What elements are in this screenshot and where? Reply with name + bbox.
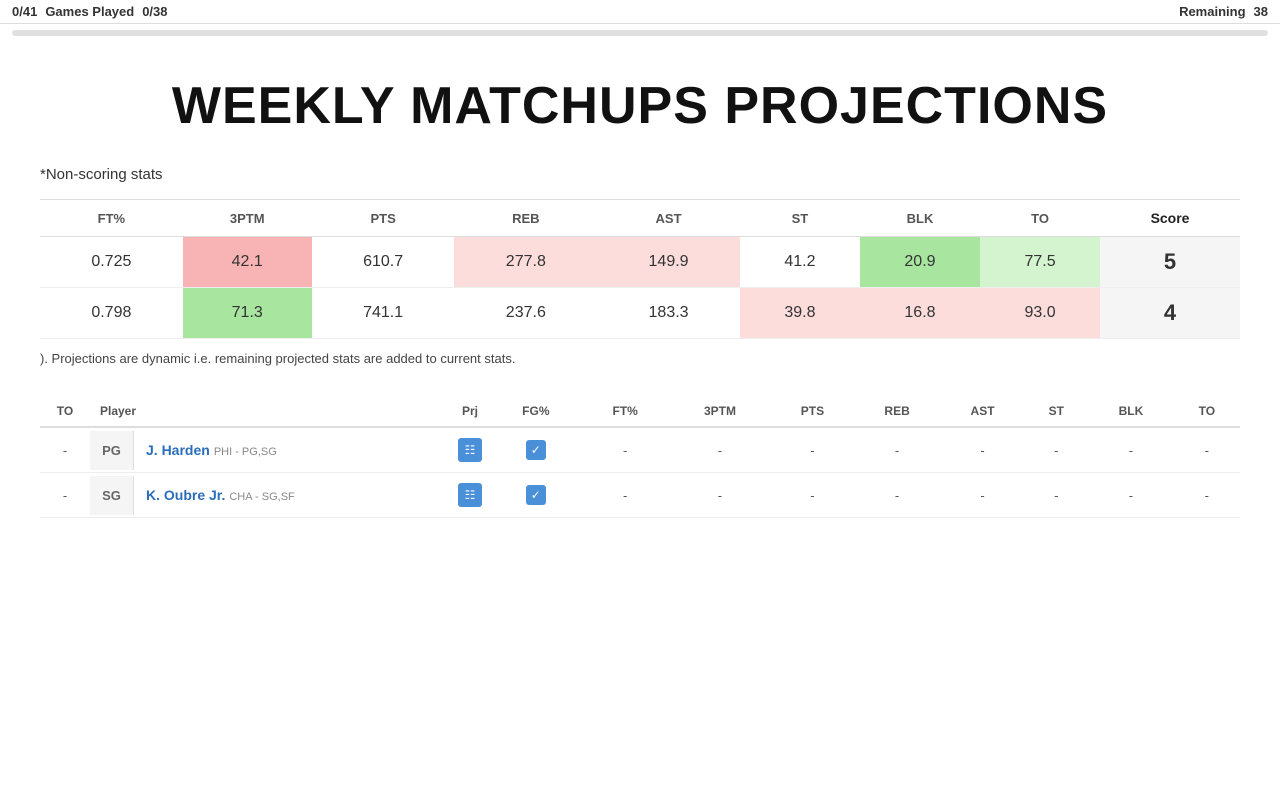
matchup-cell: 42.1: [183, 237, 312, 288]
col-header-ast2: AST: [941, 396, 1025, 427]
col-header-prj: Prj: [450, 396, 490, 427]
col-header-3ptm2: 3PTM: [669, 396, 772, 427]
checkbox-icon[interactable]: ✓: [526, 485, 546, 505]
matchup-row: 0.72542.1610.7277.8149.941.220.977.55: [40, 237, 1240, 288]
player-fg[interactable]: ✓: [490, 427, 582, 473]
player-to: -: [40, 473, 90, 518]
col-header-to: TO: [980, 200, 1100, 237]
matchup-cell: 237.6: [454, 288, 597, 339]
player-stat-blk: -: [1088, 427, 1173, 473]
main-content: WEEKLY MATCHUPS PROJECTIONS *Non-scoring…: [0, 36, 1280, 538]
player-stat-ast: -: [941, 427, 1025, 473]
player-stat-pts: -: [771, 473, 853, 518]
col-header-player: Player: [90, 396, 450, 427]
subtitle: *Non-scoring stats: [40, 166, 1240, 183]
col-header-ft: FT%: [40, 200, 183, 237]
player-stat-blk: -: [1088, 473, 1173, 518]
matchup-cell: 741.1: [312, 288, 455, 339]
player-to: -: [40, 427, 90, 473]
col-header-blk: BLK: [860, 200, 980, 237]
col-header-reb: REB: [454, 200, 597, 237]
player-cell: PG J. Harden PHI - PG,SG: [90, 427, 450, 473]
progress-area: [0, 24, 1280, 36]
matchup-cell: 77.5: [980, 237, 1100, 288]
player-stat-tptm: -: [669, 427, 772, 473]
col-header-st2: ST: [1024, 396, 1088, 427]
player-stat-reb: -: [854, 427, 941, 473]
matchup-cell: 5: [1100, 237, 1240, 288]
player-fg[interactable]: ✓: [490, 473, 582, 518]
col-header-pts: PTS: [312, 200, 455, 237]
player-team: PHI - PG,SG: [214, 446, 277, 458]
player-table: TO Player Prj FG% FT% 3PTM PTS REB AST S…: [40, 396, 1240, 518]
col-header-ft2: FT%: [582, 396, 669, 427]
matchup-table: FT% 3PTM PTS REB AST ST BLK TO Score 0.7…: [40, 199, 1240, 339]
player-cell: SG K. Oubre Jr. CHA - SG,SF: [90, 473, 450, 518]
player-team: CHA - SG,SF: [229, 491, 294, 503]
matchup-cell: 93.0: [980, 288, 1100, 339]
note-text: ). Projections are dynamic i.e. remainin…: [40, 351, 1240, 366]
player-position: SG: [90, 476, 134, 515]
player-stat-to: -: [1174, 427, 1240, 473]
player-name-link[interactable]: J. Harden: [146, 442, 210, 458]
page-title: WEEKLY MATCHUPS PROJECTIONS: [40, 76, 1240, 136]
player-position: PG: [90, 431, 134, 470]
remaining-value: 38: [1254, 4, 1268, 19]
col-header-to2: TO: [1174, 396, 1240, 427]
matchup-cell: 277.8: [454, 237, 597, 288]
matchup-cell: 41.2: [740, 237, 860, 288]
col-header-reb2: REB: [854, 396, 941, 427]
player-name-link[interactable]: K. Oubre Jr.: [146, 487, 225, 503]
document-icon[interactable]: ☷: [458, 483, 482, 507]
col-header-ast: AST: [597, 200, 740, 237]
matchup-cell: 0.798: [40, 288, 183, 339]
remaining-label: Remaining: [1179, 4, 1245, 19]
player-stat-st: -: [1024, 473, 1088, 518]
col-header-3ptm: 3PTM: [183, 200, 312, 237]
matchup-cell: 20.9: [860, 237, 980, 288]
matchup-cell: 0.725: [40, 237, 183, 288]
matchup-row: 0.79871.3741.1237.6183.339.816.893.04: [40, 288, 1240, 339]
games-played-label: Games Played: [45, 4, 134, 19]
player-stat-ft: -: [582, 427, 669, 473]
matchup-cell: 183.3: [597, 288, 740, 339]
col-header-pts2: PTS: [771, 396, 853, 427]
col-header-score: Score: [1100, 200, 1240, 237]
matchup-cell: 16.8: [860, 288, 980, 339]
top-bar: 0/41 Games Played 0/38 Remaining 38: [0, 0, 1280, 24]
top-bar-left: 0/41 Games Played 0/38: [12, 4, 168, 19]
player-row: -PGJ. HardenPHI - PG,SG☷✓--------: [40, 427, 1240, 473]
player-section: TO Player Prj FG% FT% 3PTM PTS REB AST S…: [40, 396, 1240, 518]
left-score: 0/41: [12, 4, 37, 19]
matchup-cell: 39.8: [740, 288, 860, 339]
matchup-cell: 4: [1100, 288, 1240, 339]
player-stat-to: -: [1174, 473, 1240, 518]
col-header-blk2: BLK: [1088, 396, 1173, 427]
player-prj[interactable]: ☷: [450, 473, 490, 518]
matchup-cell: 71.3: [183, 288, 312, 339]
player-stat-ft: -: [582, 473, 669, 518]
col-header-fg: FG%: [490, 396, 582, 427]
matchup-cell: 149.9: [597, 237, 740, 288]
document-icon[interactable]: ☷: [458, 438, 482, 462]
col-header-st: ST: [740, 200, 860, 237]
checkbox-icon[interactable]: ✓: [526, 440, 546, 460]
player-header-row: TO Player Prj FG% FT% 3PTM PTS REB AST S…: [40, 396, 1240, 427]
player-stat-reb: -: [854, 473, 941, 518]
right-score: 0/38: [142, 4, 167, 19]
player-stat-pts: -: [771, 427, 853, 473]
matchup-header-row: FT% 3PTM PTS REB AST ST BLK TO Score: [40, 200, 1240, 237]
player-row: -SGK. Oubre Jr.CHA - SG,SF☷✓--------: [40, 473, 1240, 518]
player-prj[interactable]: ☷: [450, 427, 490, 473]
player-stat-st: -: [1024, 427, 1088, 473]
top-bar-right: Remaining 38: [1179, 4, 1268, 19]
col-header-to-left: TO: [40, 396, 90, 427]
player-stat-tptm: -: [669, 473, 772, 518]
matchup-cell: 610.7: [312, 237, 455, 288]
player-stat-ast: -: [941, 473, 1025, 518]
